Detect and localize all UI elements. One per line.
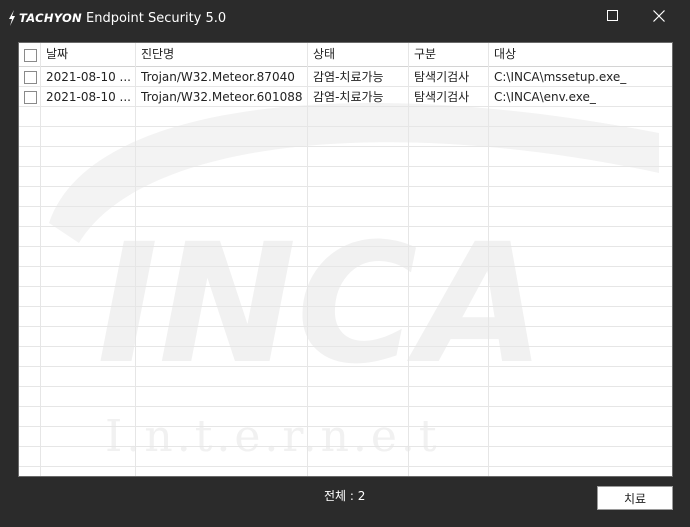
app-logo: TACHYON Endpoint Security 5.0 — [8, 9, 226, 27]
maximize-button[interactable] — [590, 0, 636, 32]
treat-button[interactable]: 치료 — [597, 486, 673, 510]
header-date[interactable]: 날짜 — [46, 43, 68, 66]
row-status: 감염-치료가능 — [313, 90, 384, 104]
row-diagnosis: Trojan/W32.Meteor.601088 — [141, 90, 303, 104]
app-window: TACHYON Endpoint Security 5.0 INCA I.n.t… — [0, 0, 690, 527]
row-checkbox[interactable] — [24, 71, 37, 84]
row-status: 감염-치료가능 — [313, 70, 384, 84]
row-checkbox[interactable] — [24, 91, 37, 104]
results-table[interactable]: INCA I.n.t.e.r.n.e.t 날짜 진단명 상태 구분 대상 202… — [18, 42, 673, 477]
header-status[interactable]: 상태 — [313, 43, 335, 66]
table-row[interactable]: 2021-08-10 ... Trojan/W32.Meteor.87040 감… — [19, 67, 672, 87]
header-category[interactable]: 구분 — [414, 43, 436, 66]
select-all-checkbox[interactable] — [24, 49, 37, 62]
row-date: 2021-08-10 ... — [46, 90, 131, 104]
table-row[interactable]: 2021-08-10 ... Trojan/W32.Meteor.601088 … — [19, 87, 672, 107]
row-category: 탐색기검사 — [414, 70, 470, 84]
close-button[interactable] — [636, 0, 682, 32]
row-target: C:\INCA\env.exe_ — [494, 90, 596, 104]
row-target: C:\INCA\mssetup.exe_ — [494, 70, 627, 84]
title-bar[interactable]: TACHYON Endpoint Security 5.0 — [0, 0, 690, 34]
header-diagnosis[interactable]: 진단명 — [141, 43, 174, 66]
row-date: 2021-08-10 ... — [46, 70, 131, 84]
row-diagnosis: Trojan/W32.Meteor.87040 — [141, 70, 295, 84]
row-category: 탐색기검사 — [414, 90, 470, 104]
brand-name: TACHYON — [19, 11, 82, 25]
window-title: Endpoint Security 5.0 — [85, 10, 227, 26]
table-grid — [19, 43, 672, 476]
header-target[interactable]: 대상 — [494, 43, 516, 66]
maximize-icon — [607, 10, 618, 21]
table-header: 날짜 진단명 상태 구분 대상 — [19, 43, 672, 66]
close-icon — [653, 10, 665, 22]
total-count: 전체 : 2 — [324, 489, 366, 503]
tachyon-bolt-icon — [9, 10, 15, 26]
